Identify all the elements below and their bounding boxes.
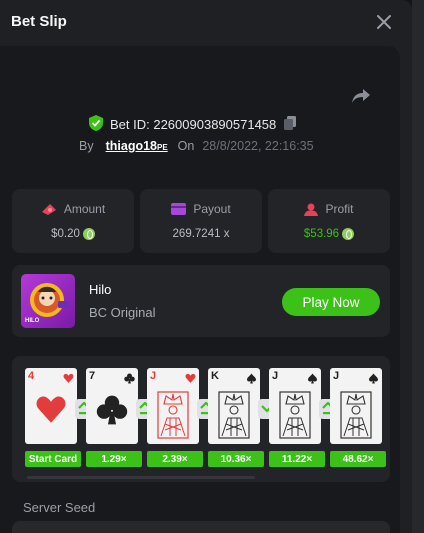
amount-label: Amount xyxy=(63,202,106,216)
profit-label: Profit xyxy=(325,202,354,216)
close-icon[interactable] xyxy=(375,13,393,31)
multiplier-badge: 10.36× xyxy=(208,451,264,467)
card-history-scrollbar[interactable] xyxy=(27,476,255,479)
game-thumbnail[interactable]: HILO xyxy=(21,274,75,328)
playing-card: J xyxy=(269,368,321,444)
club-icon xyxy=(96,394,128,431)
card-rank: 7 xyxy=(89,370,96,382)
game-thumb-label: HILO xyxy=(25,318,40,324)
profit-stat: Profit $53.96 xyxy=(268,189,390,253)
multiplier-badge: 11.22× xyxy=(269,451,325,467)
card-rank: K xyxy=(211,370,219,382)
page-title: Bet Slip xyxy=(11,13,67,30)
bet-date: 28/8/2022, 22:16:35 xyxy=(202,139,314,153)
bet-id: Bet ID: 22600903890571458 xyxy=(110,116,277,132)
username-link[interactable]: thiago18PE xyxy=(106,139,168,153)
spade-icon xyxy=(213,390,255,444)
heart-icon xyxy=(35,394,67,431)
amount-value: $0.20 xyxy=(51,228,80,240)
multiplier-badge: 48.62× xyxy=(330,451,386,467)
spade-icon xyxy=(307,371,318,389)
game-provider: BC Original xyxy=(89,305,156,320)
profit-value: $53.96 xyxy=(303,228,340,240)
heart-icon xyxy=(185,371,196,389)
playing-card: K xyxy=(208,368,260,444)
spade-icon xyxy=(368,371,379,389)
amount-icon xyxy=(41,203,56,215)
spade-icon xyxy=(246,371,257,389)
multiplier-badge: 2.39× xyxy=(147,451,203,467)
payout-label: Payout xyxy=(193,202,231,216)
card-rank: 4 xyxy=(28,370,35,382)
username-suffix: PE xyxy=(157,143,168,152)
playing-card: 4 xyxy=(25,368,77,444)
bet-byline: By thiago18PE On 28/8/2022, 22:16:35 xyxy=(79,139,314,153)
spade-icon xyxy=(335,390,377,444)
playing-card: J xyxy=(330,368,382,444)
spade-icon xyxy=(274,390,316,444)
multiplier-badge: 1.29× xyxy=(86,451,142,467)
on-label: On xyxy=(177,139,195,153)
club-icon xyxy=(124,371,135,389)
game-card: HILO Hilo BC Original Play Now xyxy=(12,265,390,337)
by-label: By xyxy=(79,139,94,153)
heart-icon xyxy=(63,371,74,389)
game-name: Hilo xyxy=(89,282,112,297)
username: thiago18 xyxy=(105,139,157,153)
play-now-button[interactable]: Play Now xyxy=(282,288,380,316)
server-seed-label: Server Seed xyxy=(23,500,96,515)
bet-id-row: Bet ID: 22600903890571458 xyxy=(89,114,297,134)
coin-icon xyxy=(82,228,95,240)
copy-icon[interactable] xyxy=(284,115,297,133)
server-seed-field[interactable] xyxy=(12,521,390,533)
playing-card: J xyxy=(147,368,199,444)
profit-icon xyxy=(304,203,319,216)
multiplier-badge: Start Card xyxy=(25,451,81,467)
amount-stat: Amount $0.20 xyxy=(12,189,134,253)
card-rank: J xyxy=(150,370,157,382)
coin-icon xyxy=(342,228,355,240)
header: Bet Slip xyxy=(0,0,412,46)
playing-card: 7 xyxy=(86,368,138,444)
card-history: 4 Start Card 7 1.29× J 2.39× K 10.36× J 11.22× J 48… xyxy=(12,356,390,482)
payout-icon xyxy=(171,203,187,215)
payout-stat: Payout 269.7241 x xyxy=(140,189,262,253)
card-rank: J xyxy=(272,370,279,382)
shield-check-icon xyxy=(89,114,103,134)
payout-value: 269.7241 x xyxy=(172,228,230,240)
share-icon[interactable] xyxy=(350,87,372,105)
heart-icon xyxy=(152,390,194,444)
background-strip xyxy=(412,0,424,533)
card-rank: J xyxy=(333,370,340,382)
bet-slip-panel: Bet Slip Bet ID: 22600903890571458 By th… xyxy=(0,0,412,533)
